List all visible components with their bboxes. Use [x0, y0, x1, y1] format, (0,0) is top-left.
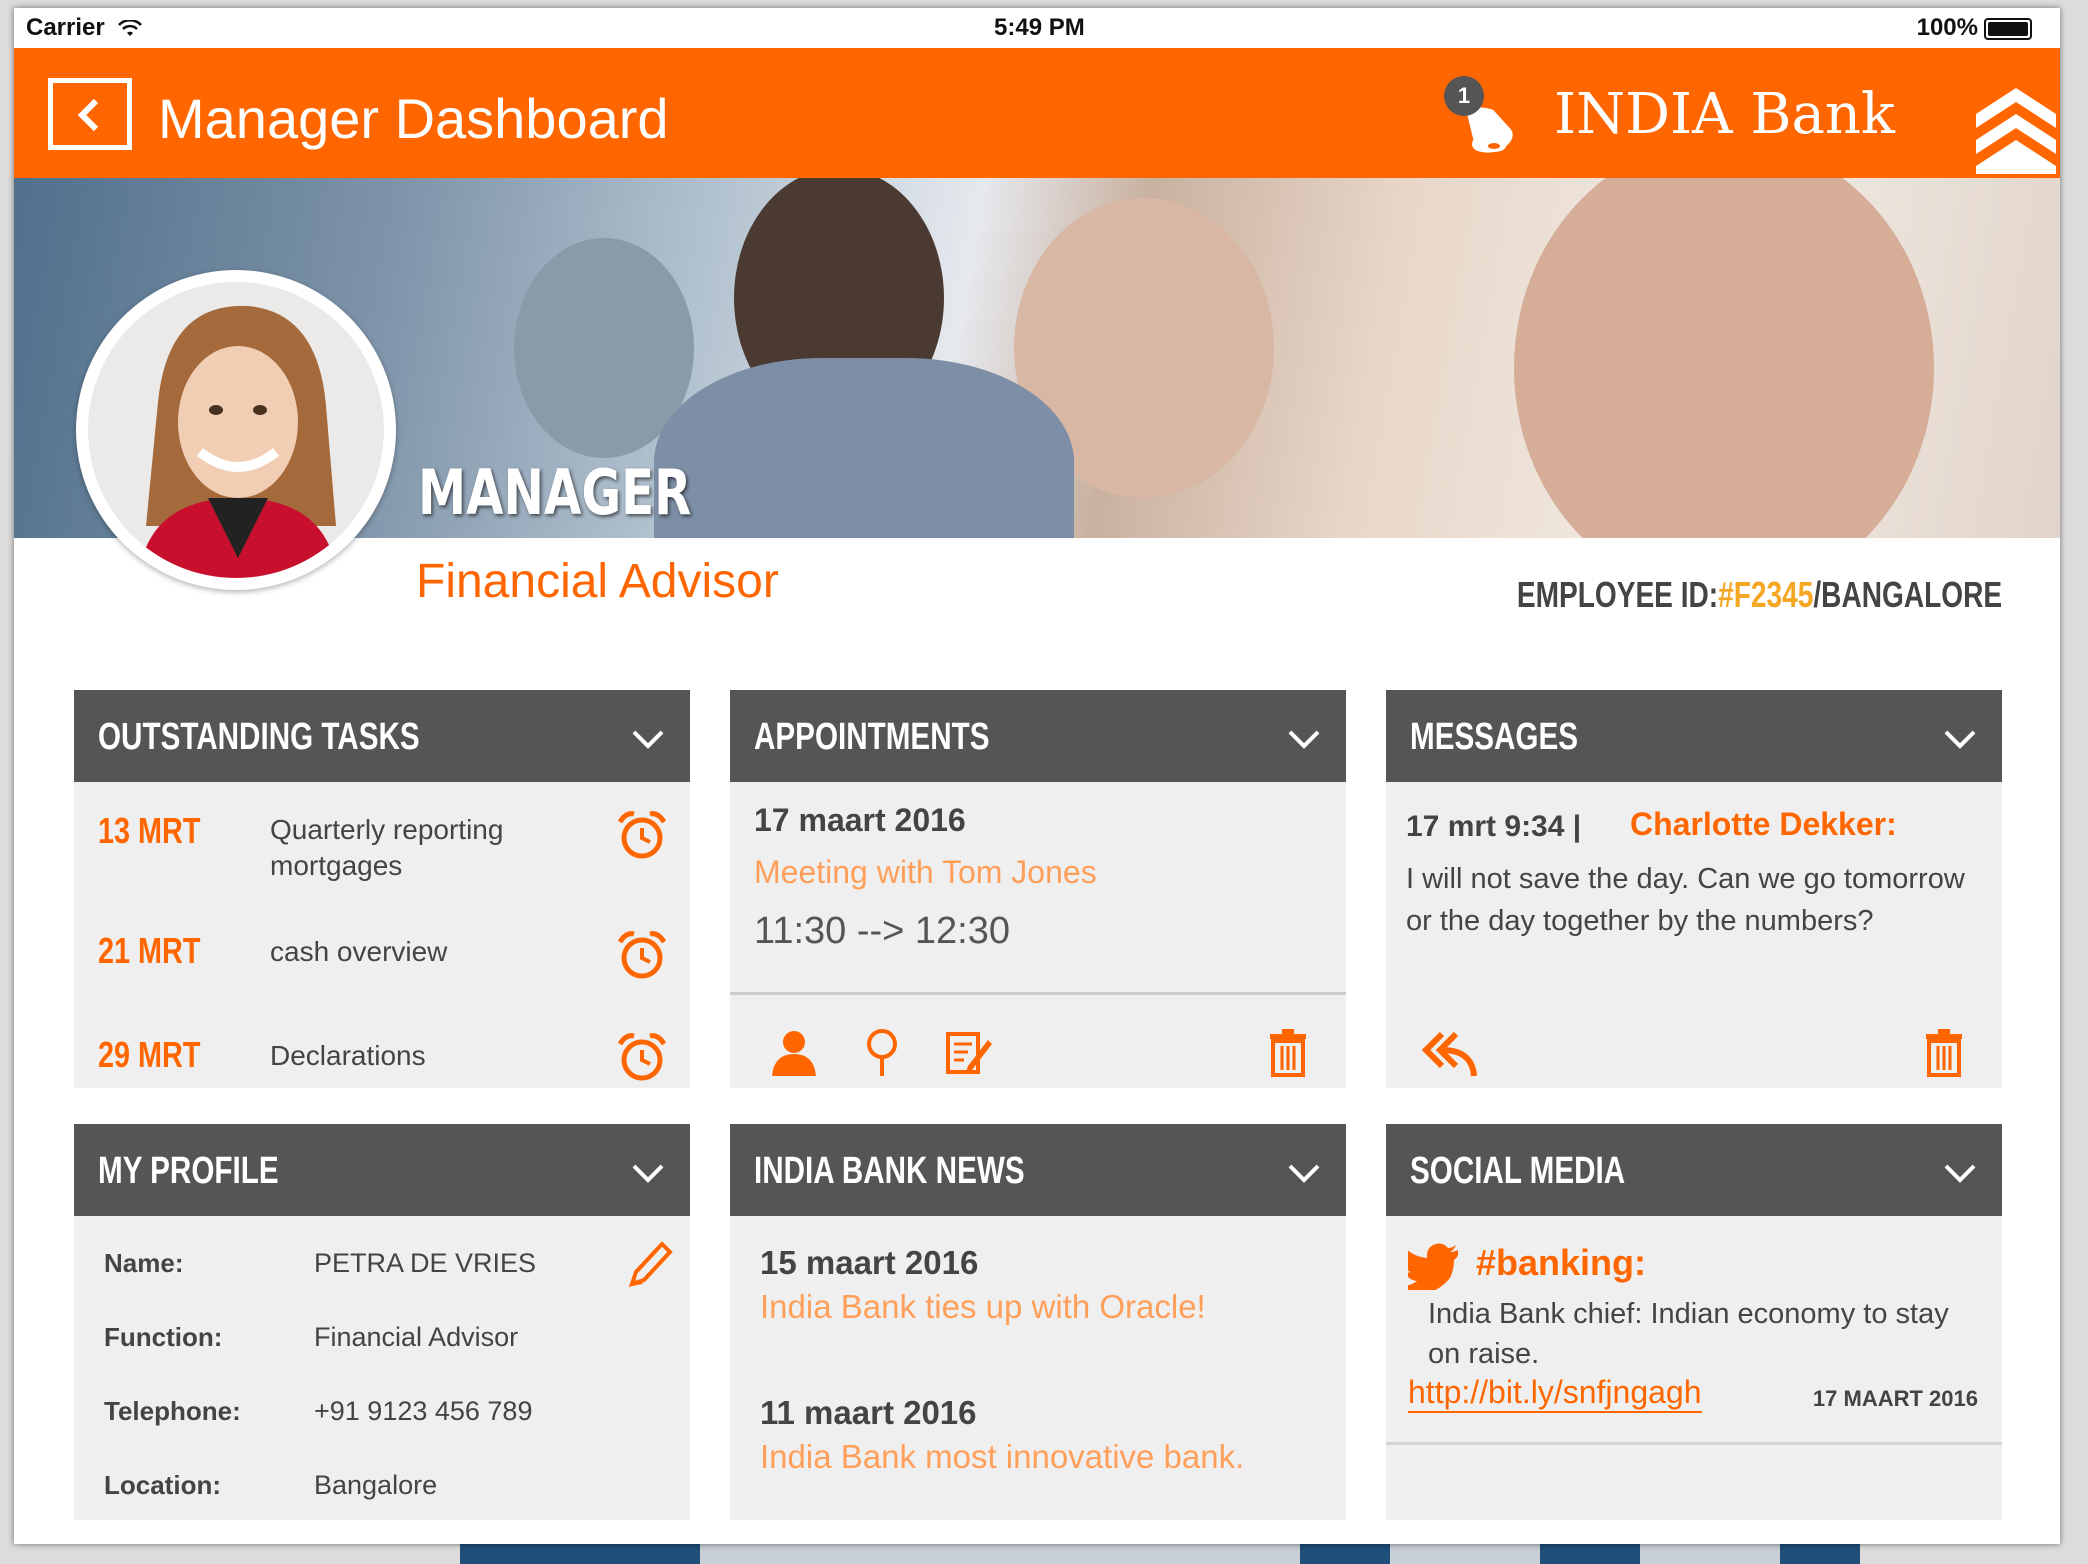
field-value: +91 9123 456 789	[314, 1396, 533, 1426]
task-date: 21 MRT	[98, 930, 201, 971]
divider	[1386, 1442, 2002, 1445]
field-label: Name:	[104, 1248, 184, 1278]
pencil-icon[interactable]	[622, 1238, 674, 1290]
message-sender[interactable]: Charlotte Dekker:	[1630, 806, 1897, 843]
role-label: MANAGER	[418, 456, 692, 529]
appointment-subject[interactable]: Meeting with Tom Jones	[754, 854, 1097, 891]
chevron-down-icon	[632, 1164, 664, 1183]
avatar	[76, 270, 396, 590]
twitter-bird-icon	[1408, 1243, 1458, 1290]
hashtag[interactable]: #banking:	[1476, 1242, 1646, 1284]
task-date: 13 MRT	[98, 810, 201, 851]
india-bank-news-card: INDIA BANK NEWS 15 maart 2016 India Bank…	[730, 1124, 1346, 1520]
card-title: MESSAGES	[1410, 716, 1579, 758]
news-date: 11 maart 2016	[760, 1394, 977, 1431]
appointment-date: 17 maart 2016	[754, 802, 966, 838]
divider	[730, 992, 1346, 995]
card-title: OUTSTANDING TASKS	[98, 716, 420, 758]
card-title: SOCIAL MEDIA	[1410, 1150, 1626, 1192]
notification-badge: 1	[1444, 76, 1484, 116]
menu-icon[interactable]	[1976, 84, 2056, 174]
message-body: I will not save the day. Can we go tomor…	[1406, 863, 1965, 937]
carrier-label: Carrier	[26, 14, 143, 42]
battery-icon	[1984, 17, 2032, 40]
tweet-text: India Bank chief: Indian economy to stay…	[1428, 1298, 1949, 1370]
tweet-date: 17 MAART 2016	[1812, 1386, 1978, 1411]
profile-photo	[88, 282, 384, 578]
field-label: Location:	[104, 1470, 221, 1500]
news-headline[interactable]: India Bank most innovative bank.	[760, 1438, 1244, 1476]
card-title: APPOINTMENTS	[754, 716, 990, 758]
notifications-button[interactable]: 1	[1444, 76, 1524, 156]
app-header: Manager Dashboard 1 INDIA Bank	[14, 48, 2060, 178]
task-text: Quarterly reporting mortgages	[270, 814, 504, 881]
chevron-down-icon	[1944, 730, 1976, 749]
battery-indicator: 100%	[1917, 14, 2032, 42]
card-title: MY PROFILE	[98, 1150, 279, 1192]
outstanding-tasks-header[interactable]: OUTSTANDING TASKS	[74, 690, 690, 782]
brand-logo: INDIA Bank	[1554, 82, 1895, 147]
wifi-icon	[118, 18, 143, 36]
chevron-down-icon	[1288, 730, 1320, 749]
appointment-time: 11:30 --> 12:30	[754, 910, 1010, 952]
chevron-left-icon	[77, 98, 99, 132]
card-title: INDIA BANK NEWS	[754, 1150, 1025, 1192]
alarm-clock-icon[interactable]	[616, 810, 668, 862]
status-time: 5:49 PM	[994, 14, 1085, 41]
trash-icon[interactable]	[1262, 1026, 1314, 1078]
task-text: cash overview	[270, 936, 448, 967]
back-button[interactable]	[48, 78, 132, 150]
location-pin-icon[interactable]	[856, 1026, 908, 1078]
social-media-header[interactable]: SOCIAL MEDIA	[1386, 1124, 2002, 1216]
task-date: 29 MRT	[98, 1034, 201, 1075]
social-media-card: SOCIAL MEDIA #banking: India Bank chief:…	[1386, 1124, 2002, 1520]
my-profile-header[interactable]: MY PROFILE	[74, 1124, 690, 1216]
message-time: 17 mrt 9:34 |	[1406, 810, 1582, 843]
field-value: PETRA DE VRIES	[314, 1248, 537, 1278]
appointments-header[interactable]: APPOINTMENTS	[730, 690, 1346, 782]
field-value: Bangalore	[314, 1470, 438, 1500]
messages-card: MESSAGES 17 mrt 9:34 | Charlotte Dekker:…	[1386, 690, 2002, 1088]
chevron-down-icon	[1944, 1164, 1976, 1183]
field-label: Function:	[104, 1322, 223, 1352]
employee-id: EMPLOYEE ID:#F2345/BANGALORE	[1516, 574, 2002, 615]
appointments-card: APPOINTMENTS 17 maart 2016 Meeting with …	[730, 690, 1346, 1088]
alarm-clock-icon[interactable]	[616, 930, 668, 982]
ipad-screen: Carrier 5:49 PM 100% Manager Dashboard 1…	[14, 8, 2060, 1544]
news-date: 15 maart 2016	[760, 1244, 979, 1281]
person-icon[interactable]	[768, 1026, 820, 1078]
chevron-down-icon	[1288, 1164, 1320, 1183]
edit-note-icon[interactable]	[942, 1026, 994, 1078]
outstanding-tasks-card: OUTSTANDING TASKS 13 MRT Quarterly repor…	[74, 690, 690, 1088]
chevron-down-icon	[632, 730, 664, 749]
alarm-clock-icon[interactable]	[616, 1032, 668, 1084]
my-profile-card: MY PROFILE Name: PETRA DE VRIES Function…	[74, 1124, 690, 1520]
task-text: Declarations	[270, 1040, 426, 1071]
tweet-link[interactable]: http://bit.ly/snfjngagh	[1408, 1374, 1702, 1413]
reply-all-icon[interactable]	[1422, 1026, 1478, 1078]
role-subtitle: Financial Advisor	[416, 555, 779, 608]
news-header[interactable]: INDIA BANK NEWS	[730, 1124, 1346, 1216]
news-headline[interactable]: India Bank ties up with Oracle!	[760, 1288, 1206, 1326]
field-value: Financial Advisor	[314, 1322, 519, 1352]
trash-icon[interactable]	[1918, 1026, 1970, 1078]
status-bar: Carrier 5:49 PM 100%	[14, 8, 2060, 48]
messages-header[interactable]: MESSAGES	[1386, 690, 2002, 782]
page-title: Manager Dashboard	[158, 87, 669, 150]
field-label: Telephone:	[104, 1396, 241, 1426]
